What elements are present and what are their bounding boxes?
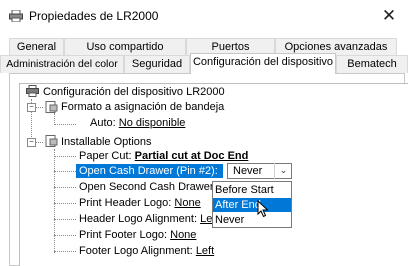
footer-logo-row[interactable]: Print Footer Logo: None xyxy=(79,229,196,242)
tree-line xyxy=(54,251,76,252)
auto-row[interactable]: Auto: No disponible xyxy=(90,117,185,130)
mouse-cursor-icon xyxy=(257,200,269,218)
paper-cut-label: Paper Cut: xyxy=(79,150,132,162)
collapse-icon[interactable]: − xyxy=(27,138,36,147)
tree-line xyxy=(54,187,76,188)
window-title: Propiedades de LR2000 xyxy=(29,9,159,23)
footer-align-row[interactable]: Footer Logo Alignment: Left xyxy=(79,245,214,258)
auto-value[interactable]: No disponible xyxy=(119,117,186,129)
auto-label: Auto: xyxy=(90,117,116,129)
dropdown-option-before-start[interactable]: Before Start xyxy=(213,183,291,197)
printer-icon xyxy=(9,10,23,22)
footer-logo-label: Print Footer Logo: xyxy=(79,229,168,241)
cash-drawer-dropdown: Before Start After End Never xyxy=(212,181,292,228)
tree-node-bandeja: Formato a asignación de bandeja xyxy=(61,101,225,113)
header-align-row[interactable]: Header Logo Alignment: Left xyxy=(79,213,218,226)
tree-line xyxy=(54,124,76,125)
footer-logo-value[interactable]: None xyxy=(170,229,196,241)
dropdown-option-after-end[interactable]: After End xyxy=(213,198,291,212)
tree-root-label: Configuración del dispositivo LR2000 xyxy=(43,86,225,98)
tab-seguridad[interactable]: Seguridad xyxy=(124,55,190,73)
footer-align-value[interactable]: Left xyxy=(196,245,214,257)
collapse-icon[interactable]: − xyxy=(27,103,36,112)
tab-administracion-color[interactable]: Administración del color xyxy=(0,55,124,73)
tree-line xyxy=(54,171,76,172)
tree-line xyxy=(54,235,76,236)
tab-uso-compartido[interactable]: Uso compartido xyxy=(64,38,186,55)
tree-line xyxy=(54,203,76,204)
settings-page-icon xyxy=(45,135,58,147)
tree-line xyxy=(54,156,76,157)
paper-cut-row[interactable]: Paper Cut: Partial cut at Doc End xyxy=(79,150,248,163)
second-cash-drawer-label[interactable]: Open Second Cash Drawer (P xyxy=(79,181,228,194)
tab-general[interactable]: General xyxy=(9,38,64,55)
printer-icon xyxy=(26,85,39,97)
cash-drawer-label[interactable]: Open Cash Drawer (Pin #2): xyxy=(79,165,218,178)
close-button[interactable]: ✕ xyxy=(376,4,402,28)
title-bar: Propiedades de LR2000 ✕ xyxy=(0,0,408,33)
tree-line xyxy=(54,149,55,253)
settings-page-icon xyxy=(45,101,58,113)
tab-bematech[interactable]: Bematech xyxy=(336,55,408,73)
dropdown-option-never[interactable]: Never xyxy=(213,213,291,227)
tree-node-installable: Installable Options xyxy=(61,136,152,148)
header-align-label: Header Logo Alignment: xyxy=(79,213,198,225)
cash-drawer-select-value: Never xyxy=(233,165,263,177)
header-logo-label: Print Header Logo: xyxy=(79,197,172,209)
paper-cut-value[interactable]: Partial cut at Doc End xyxy=(135,150,249,162)
tree-line xyxy=(54,219,76,220)
footer-align-label: Footer Logo Alignment: xyxy=(79,245,193,257)
chevron-down-icon[interactable]: ⌄ xyxy=(274,163,292,179)
header-logo-value[interactable]: None xyxy=(174,197,200,209)
header-logo-row[interactable]: Print Header Logo: None xyxy=(79,197,201,210)
tab-configuracion-dispositivo[interactable]: Configuración del dispositivo xyxy=(190,53,336,74)
